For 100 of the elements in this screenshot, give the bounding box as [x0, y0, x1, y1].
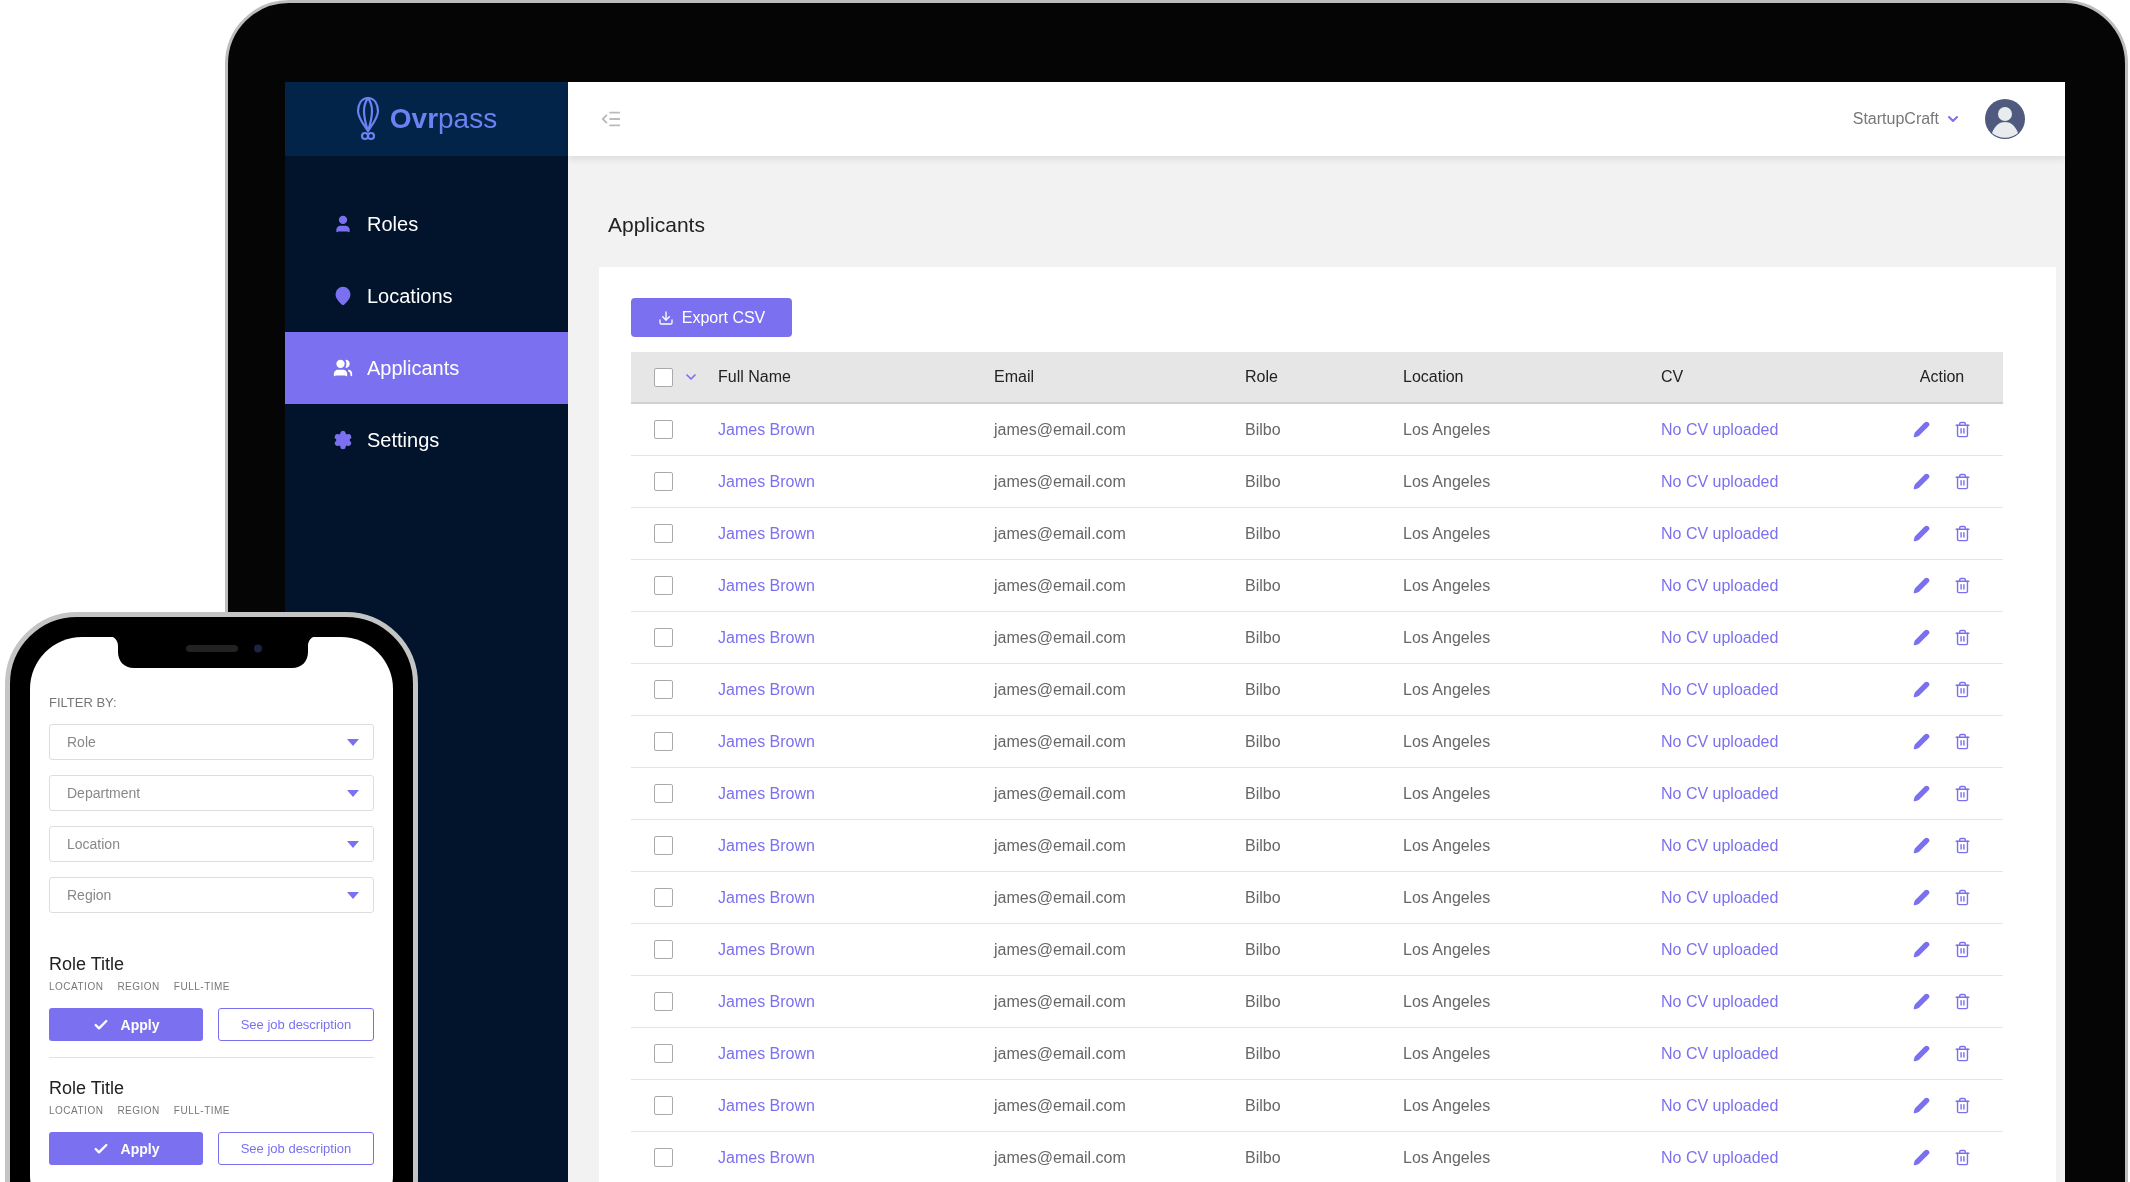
cv-link[interactable]: No CV uploaded	[1661, 472, 1881, 491]
checkbox[interactable]	[654, 1044, 673, 1063]
apply-button[interactable]: Apply	[49, 1008, 203, 1041]
edit-icon[interactable]	[1913, 421, 1930, 438]
applicant-name-link[interactable]: James Brown	[718, 992, 994, 1011]
applicant-name-link[interactable]: James Brown	[718, 1096, 994, 1115]
checkbox[interactable]	[654, 524, 673, 543]
sidebar-item[interactable]: Roles	[285, 188, 568, 260]
trash-icon[interactable]	[1954, 733, 1971, 750]
job-description-button[interactable]: See job description	[218, 1132, 374, 1165]
trash-icon[interactable]	[1954, 785, 1971, 802]
checkbox[interactable]	[654, 1148, 673, 1167]
applicant-name-link[interactable]: James Brown	[718, 1044, 994, 1063]
trash-icon[interactable]	[1954, 941, 1971, 958]
cv-link[interactable]: No CV uploaded	[1661, 628, 1881, 647]
applicant-name-link[interactable]: James Brown	[718, 628, 994, 647]
filter-dropdown[interactable]: Role	[49, 724, 374, 760]
table-cell-text: Los Angeles	[1403, 784, 1492, 803]
edit-icon[interactable]	[1913, 473, 1930, 490]
applicant-name-link[interactable]: James Brown	[718, 1148, 994, 1167]
edit-icon[interactable]	[1913, 1045, 1930, 1062]
cv-link[interactable]: No CV uploaded	[1661, 940, 1881, 959]
checkbox[interactable]	[654, 1096, 673, 1115]
checkbox[interactable]	[654, 680, 673, 699]
edit-icon[interactable]	[1913, 629, 1930, 646]
applicant-name-link[interactable]: James Brown	[718, 680, 994, 699]
edit-icon[interactable]	[1913, 577, 1930, 594]
trash-icon[interactable]	[1954, 1149, 1971, 1166]
trash-icon[interactable]	[1954, 577, 1971, 594]
filter-dropdown[interactable]: Location	[49, 826, 374, 862]
cv-link[interactable]: No CV uploaded	[1661, 1096, 1881, 1115]
cv-link[interactable]: No CV uploaded	[1661, 524, 1881, 543]
trash-icon[interactable]	[1954, 1097, 1971, 1114]
applicant-name-link[interactable]: James Brown	[718, 576, 994, 595]
checkbox[interactable]	[654, 576, 673, 595]
table-cell-text: Bilbo	[1245, 1044, 1282, 1063]
trash-icon[interactable]	[1954, 1045, 1971, 1062]
edit-icon[interactable]	[1913, 681, 1930, 698]
applicant-name-link[interactable]: James Brown	[718, 784, 994, 803]
trash-icon[interactable]	[1954, 629, 1971, 646]
trash-icon[interactable]	[1954, 525, 1971, 542]
table-cell-text: james@email.com	[994, 940, 1127, 959]
edit-icon[interactable]	[1913, 1097, 1930, 1114]
account-name[interactable]: StartupCraft	[1852, 110, 1939, 128]
cv-link[interactable]: No CV uploaded	[1661, 732, 1881, 751]
trash-icon[interactable]	[1954, 993, 1971, 1010]
checkbox[interactable]	[654, 940, 673, 959]
cv-link[interactable]: No CV uploaded	[1661, 992, 1881, 1011]
table-cell-text: Los Angeles	[1403, 1148, 1492, 1167]
checkbox[interactable]	[654, 367, 673, 387]
filter-dropdown[interactable]: Region	[49, 877, 374, 913]
checkbox[interactable]	[654, 992, 673, 1011]
edit-icon[interactable]	[1913, 525, 1930, 542]
cv-link[interactable]: No CV uploaded	[1661, 420, 1881, 439]
checkbox[interactable]	[654, 732, 673, 751]
sidebar-item[interactable]: Locations	[285, 260, 568, 332]
edit-icon[interactable]	[1913, 733, 1930, 750]
cv-link[interactable]: No CV uploaded	[1661, 1044, 1881, 1063]
cv-link[interactable]: No CV uploaded	[1661, 888, 1881, 907]
cv-link[interactable]: No CV uploaded	[1661, 1148, 1881, 1167]
edit-icon[interactable]	[1913, 889, 1930, 906]
cv-link[interactable]: No CV uploaded	[1661, 784, 1881, 803]
trash-icon[interactable]	[1954, 473, 1971, 490]
sidebar-item[interactable]: Settings	[285, 404, 568, 476]
checkbox[interactable]	[654, 784, 673, 803]
applicant-name-link[interactable]: James Brown	[718, 524, 994, 543]
job-description-button[interactable]: See job description	[218, 1008, 374, 1041]
applicant-name-link[interactable]: James Brown	[718, 888, 994, 907]
person-icon	[333, 214, 353, 234]
trash-icon[interactable]	[1954, 421, 1971, 438]
filter-dropdown[interactable]: Department	[49, 775, 374, 811]
applicant-name-link[interactable]: James Brown	[718, 472, 994, 491]
edit-icon[interactable]	[1913, 837, 1930, 854]
trash-icon[interactable]	[1954, 681, 1971, 698]
cv-link[interactable]: No CV uploaded	[1661, 576, 1881, 595]
edit-icon[interactable]	[1913, 941, 1930, 958]
edit-icon[interactable]	[1913, 1149, 1930, 1166]
avatar-icon[interactable]	[1985, 99, 2025, 139]
checkbox[interactable]	[654, 420, 673, 439]
cv-link[interactable]: No CV uploaded	[1661, 836, 1881, 855]
checkbox[interactable]	[654, 888, 673, 907]
edit-icon[interactable]	[1913, 993, 1930, 1010]
trash-icon[interactable]	[1954, 889, 1971, 906]
checkbox[interactable]	[654, 836, 673, 855]
edit-icon[interactable]	[1913, 785, 1930, 802]
sidebar-item[interactable]: Applicants	[285, 332, 568, 404]
apply-button[interactable]: Apply	[49, 1132, 203, 1165]
trash-icon[interactable]	[1954, 837, 1971, 854]
cv-link[interactable]: No CV uploaded	[1661, 680, 1881, 699]
applicant-name-link[interactable]: James Brown	[718, 836, 994, 855]
checkbox[interactable]	[654, 628, 673, 647]
table-cell-text: Los Angeles	[1403, 992, 1492, 1011]
job-tag: LOCATION	[49, 1105, 104, 1116]
table-cell-text: james@email.com	[994, 524, 1127, 543]
column-header: Location	[1403, 368, 1465, 386]
export-button[interactable]: Export CSV	[631, 298, 792, 337]
applicant-name-link[interactable]: James Brown	[718, 940, 994, 959]
checkbox[interactable]	[654, 472, 673, 491]
applicant-name-link[interactable]: James Brown	[718, 420, 994, 439]
applicant-name-link[interactable]: James Brown	[718, 732, 994, 751]
